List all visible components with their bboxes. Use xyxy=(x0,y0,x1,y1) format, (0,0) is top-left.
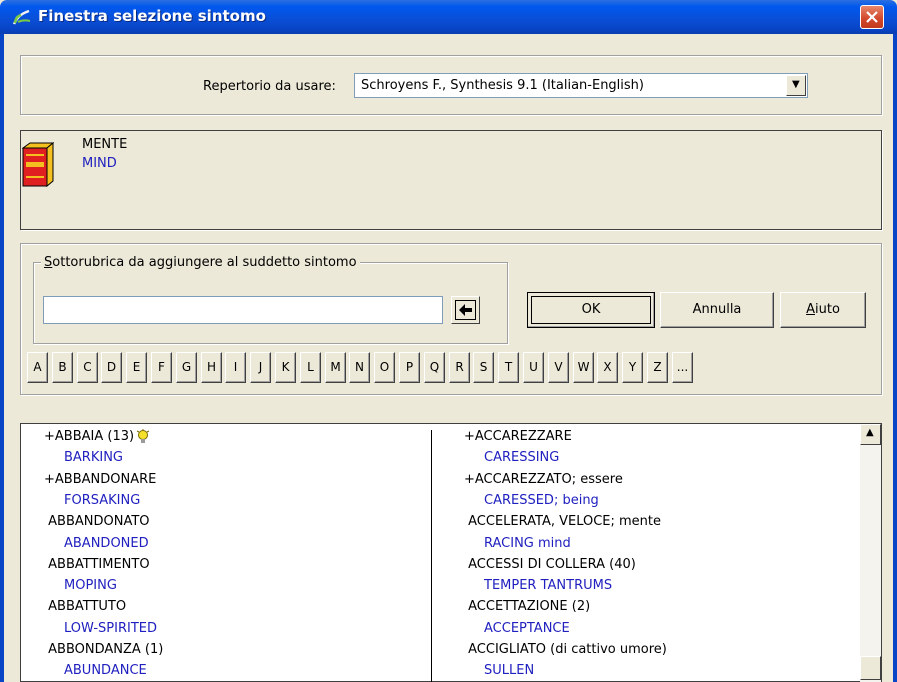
letter-button-c[interactable]: C xyxy=(77,352,98,383)
letter-button-q[interactable]: Q xyxy=(424,352,445,383)
letter-button-f[interactable]: F xyxy=(151,352,172,383)
focus-ring xyxy=(531,296,651,324)
group-label-text: ottorubrica da aggiungere al suddetto si… xyxy=(52,255,357,270)
letter-button-w[interactable]: W xyxy=(573,352,594,383)
list-item-translation[interactable]: ACCEPTANCE xyxy=(484,621,570,636)
column-divider xyxy=(431,430,432,682)
scroll-up-button[interactable]: ▲ xyxy=(860,424,881,445)
list-item[interactable]: +ACCAREZZARE xyxy=(464,429,572,444)
list-item-translation[interactable]: CARESSING xyxy=(484,450,559,465)
cancel-button[interactable]: Annulla xyxy=(660,292,774,328)
letter-button-u[interactable]: U xyxy=(523,352,544,383)
list-item-translation[interactable]: BARKING xyxy=(64,450,123,465)
list-item-translation[interactable]: ABANDONED xyxy=(64,536,149,551)
list-item[interactable]: ABBATTUTO xyxy=(44,599,126,614)
help-button-label: iuto xyxy=(815,302,840,317)
app-icon xyxy=(12,8,32,26)
letter-button-l[interactable]: L xyxy=(300,352,321,383)
letter-button-g[interactable]: G xyxy=(176,352,197,383)
list-item[interactable]: ACCIGLIATO (di cattivo umore) xyxy=(464,642,667,657)
letter-button-a[interactable]: A xyxy=(27,352,48,383)
close-button[interactable] xyxy=(860,5,884,29)
scroll-thumb[interactable] xyxy=(860,656,881,680)
symptom-italian: MENTE xyxy=(82,137,128,152)
help-button[interactable]: Aiuto xyxy=(780,292,866,328)
window-title: Finestra selezione sintomo xyxy=(38,7,266,25)
ok-button[interactable]: OK xyxy=(527,292,655,328)
list-item[interactable]: ABBONDANZA (1) xyxy=(44,642,163,657)
symptom-english: MIND xyxy=(82,156,117,171)
list-item-translation[interactable]: LOW-SPIRITED xyxy=(64,621,157,636)
letter-button-k[interactable]: K xyxy=(275,352,296,383)
book-icon xyxy=(21,141,55,188)
letter-button-p[interactable]: P xyxy=(399,352,420,383)
window-frame-right xyxy=(893,34,897,682)
arrow-left-icon xyxy=(459,304,472,316)
letter-button-v[interactable]: V xyxy=(548,352,569,383)
list-item-translation[interactable]: ABUNDANCE xyxy=(64,663,147,678)
letter-button-r[interactable]: R xyxy=(449,352,470,383)
close-icon xyxy=(866,11,878,23)
repertory-dropdown-button[interactable]: ▼ xyxy=(786,75,806,96)
list-item[interactable]: ACCETTAZIONE (2) xyxy=(464,599,590,614)
list-item[interactable]: +ABBAIA (13) xyxy=(44,429,134,444)
letter-button-x[interactable]: X xyxy=(597,352,618,383)
list-item[interactable]: ACCESSI DI COLLERA (40) xyxy=(464,557,636,572)
repertory-label: Repertorio da usare: xyxy=(203,79,336,94)
list-item[interactable]: ABBANDONATO xyxy=(44,514,149,529)
repertory-select-value: Schroyens F., Synthesis 9.1 (Italian-Eng… xyxy=(361,78,644,93)
letter-button-z[interactable]: Z xyxy=(647,352,668,383)
list-item-translation[interactable]: MOPING xyxy=(64,578,117,593)
list-item-translation[interactable]: SULLEN xyxy=(484,663,534,678)
repertory-select[interactable]: Schroyens F., Synthesis 9.1 (Italian-Eng… xyxy=(354,73,808,98)
cancel-button-label: Annulla xyxy=(692,302,742,317)
list-item-translation[interactable]: RACING mind xyxy=(484,536,571,551)
insert-arrow-button[interactable] xyxy=(451,296,480,324)
letter-button-more[interactable]: ... xyxy=(672,352,693,383)
list-item[interactable]: +ABBANDONARE xyxy=(44,472,156,487)
subrubric-input[interactable] xyxy=(43,296,443,324)
letter-button-n[interactable]: N xyxy=(349,352,370,383)
window-frame-left xyxy=(0,34,4,682)
list-scrollbar[interactable] xyxy=(860,424,881,682)
chevron-up-icon: ▲ xyxy=(866,427,874,438)
symptom-panel xyxy=(20,130,882,230)
lightbulb-icon xyxy=(136,429,150,449)
list-item[interactable]: ABBATTIMENTO xyxy=(44,557,149,572)
letter-button-t[interactable]: T xyxy=(498,352,519,383)
chevron-down-icon: ▼ xyxy=(792,79,800,90)
letter-button-y[interactable]: Y xyxy=(622,352,643,383)
help-button-mnemonic: A xyxy=(806,302,815,317)
list-item[interactable]: +ACCAREZZATO; essere xyxy=(464,472,623,487)
letter-button-d[interactable]: D xyxy=(101,352,122,383)
letter-button-i[interactable]: I xyxy=(225,352,246,383)
list-item[interactable]: ACCELERATA, VELOCE; mente xyxy=(464,514,661,529)
letter-button-j[interactable]: J xyxy=(250,352,271,383)
list-item-translation[interactable]: FORSAKING xyxy=(64,493,140,508)
letter-button-b[interactable]: B xyxy=(52,352,73,383)
list-item-translation[interactable]: TEMPER TANTRUMS xyxy=(484,578,612,593)
list-item-translation[interactable]: CARESSED; being xyxy=(484,493,599,508)
letter-button-m[interactable]: M xyxy=(325,352,346,383)
letter-button-o[interactable]: O xyxy=(374,352,395,383)
subrubric-group-label: Sottorubrica da aggiungere al suddetto s… xyxy=(41,255,360,270)
letter-button-e[interactable]: E xyxy=(126,352,147,383)
letter-button-s[interactable]: S xyxy=(473,352,494,383)
letter-button-h[interactable]: H xyxy=(201,352,222,383)
